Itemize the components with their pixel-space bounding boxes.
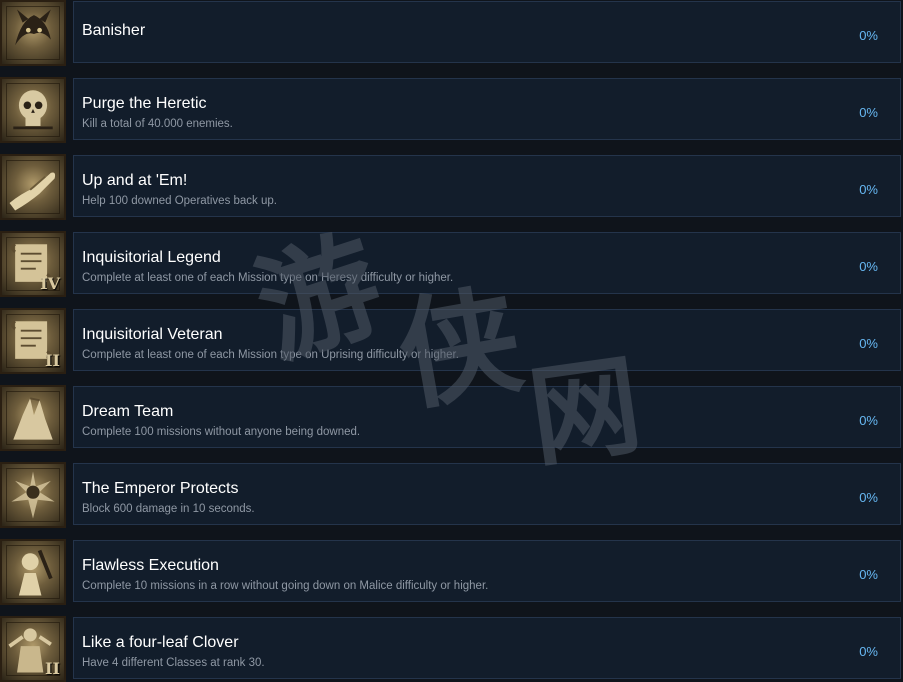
achievement-panel: Flawless Execution Complete 10 missions i… <box>73 540 901 602</box>
achievement-title: Banisher <box>82 22 146 39</box>
achievement-panel: Inquisitorial Veteran Complete at least o… <box>73 309 901 371</box>
unlock-percent: 0% <box>859 182 878 197</box>
unlock-percent: 0% <box>859 336 878 351</box>
achievement-panel: Up and at 'Em! Help 100 downed Operatives… <box>73 155 901 217</box>
unlock-percent: 0% <box>859 259 878 274</box>
achievement-row[interactable]: Purge the Heretic Kill a total of 40.000 … <box>0 77 903 143</box>
achievement-title: The Emperor Protects <box>82 480 239 497</box>
achievement-title: Purge the Heretic <box>82 95 207 112</box>
tier-numeral: IV <box>40 274 60 293</box>
achievement-title: Dream Team <box>82 403 174 420</box>
achievement-description: Block 600 damage in 10 seconds. <box>82 503 255 515</box>
achievement-description: Have 4 different Classes at rank 30. <box>82 657 265 669</box>
high-five-icon <box>0 385 66 451</box>
tier-numeral: II <box>45 351 60 370</box>
unlock-percent: 0% <box>859 567 878 582</box>
skull-icon <box>0 77 66 143</box>
unlock-percent: 0% <box>859 413 878 428</box>
achievement-description: Complete 100 missions without anyone bei… <box>82 426 361 438</box>
achievement-panel: Inquisitorial Legend Complete at least on… <box>73 232 901 294</box>
achievement-panel: Purge the Heretic Kill a total of 40.000 … <box>73 78 901 140</box>
scroll-icon: IV <box>0 231 66 297</box>
achievement-row[interactable]: Dream Team Complete 100 missions without … <box>0 385 903 451</box>
achievement-row[interactable]: II Inquisitorial Veteran Complete at least… <box>0 308 903 374</box>
unlock-percent: 0% <box>859 644 878 659</box>
unlock-percent: 0% <box>859 105 878 120</box>
achievement-panel: The Emperor Protects Block 600 damage in … <box>73 463 901 525</box>
achievement-title: Like a four-leaf Clover <box>82 634 239 651</box>
achievement-description: Help 100 downed Operatives back up. <box>82 195 277 207</box>
warrior-icon: II <box>0 616 66 682</box>
achievement-row[interactable]: IV Inquisitorial Legend Complete at least … <box>0 231 903 297</box>
achievement-row[interactable]: Up and at 'Em! Help 100 downed Operatives… <box>0 154 903 220</box>
achievement-row[interactable]: Banisher 0% <box>0 0 903 66</box>
achievement-panel: Like a four-leaf Clover Have 4 different … <box>73 617 901 679</box>
achievement-description: Complete at least one of each Mission ty… <box>82 349 459 361</box>
scroll-icon: II <box>0 308 66 374</box>
achievement-title: Inquisitorial Veteran <box>82 326 223 343</box>
achievement-description: Kill a total of 40.000 enemies. <box>82 118 233 130</box>
achievement-title: Inquisitorial Legend <box>82 249 221 266</box>
achievement-panel: Dream Team Complete 100 missions without … <box>73 386 901 448</box>
achievement-row[interactable]: Flawless Execution Complete 10 missions i… <box>0 539 903 605</box>
achievement-row[interactable]: The Emperor Protects Block 600 damage in … <box>0 462 903 528</box>
achievement-row[interactable]: II Like a four-leaf Clover Have 4 differen… <box>0 616 903 682</box>
emperor-icon <box>0 462 66 528</box>
helping-hand-icon <box>0 154 66 220</box>
daemon-icon <box>0 0 66 66</box>
achievement-title: Up and at 'Em! <box>82 172 188 189</box>
achievement-description: Complete 10 missions in a row without go… <box>82 580 489 592</box>
achievement-description: Complete at least one of each Mission ty… <box>82 272 454 284</box>
tier-numeral: II <box>45 659 60 678</box>
execution-icon <box>0 539 66 605</box>
achievement-panel: Banisher 0% <box>73 1 901 63</box>
achievement-title: Flawless Execution <box>82 557 219 574</box>
unlock-percent: 0% <box>859 490 878 505</box>
unlock-percent: 0% <box>859 28 878 43</box>
